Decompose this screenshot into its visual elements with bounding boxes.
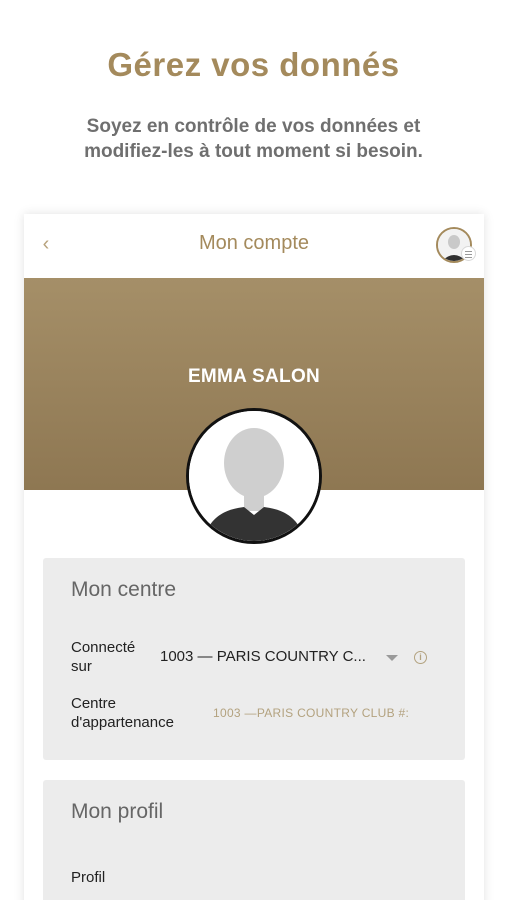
promo-screen: Gérez vos donnés Soyez en contrôle de vo… [0,0,507,900]
profile-label: Profil [71,869,106,886]
user-name: EMMA SALON [187,366,321,387]
membership-label-line1: Centre [71,695,117,712]
profile-card-title: Mon profil [71,800,164,823]
app-bar: ‹ Mon compte [24,214,484,278]
membership-label-line2: d'appartenance [71,714,174,731]
membership-label: Centre d'appartenance [71,694,174,732]
connected-label: Connecté sur [71,638,135,676]
connected-label-line2: sur [71,658,92,675]
phone-screen: ‹ Mon compte EMMA SALON Mon centre Conne… [24,214,484,900]
centre-card: Mon centre Connecté sur 1003 — PARIS COU… [43,558,465,760]
promo-subtitle-line2: modifiez-les à tout moment si besoin. [84,141,423,162]
person-silhouette-icon [189,411,319,541]
profile-banner: EMMA SALON [24,278,484,544]
connected-centre-select[interactable]: 1003 — PARIS COUNTRY C... [160,648,366,665]
promo-headline: Gérez vos donnés [107,46,400,83]
profile-card: Mon profil Profil [43,780,465,900]
menu-icon[interactable] [461,246,476,261]
promo-subtitle-line1: Soyez en contrôle de vos données et [86,116,421,137]
info-icon[interactable]: i [414,651,427,664]
chevron-down-icon[interactable] [386,655,398,661]
page-title: Mon compte [198,232,310,254]
membership-centre-value: 1003 —PARIS COUNTRY CLUB #: [213,706,410,720]
connected-label-line1: Connecté [71,639,136,656]
promo-subtitle: Soyez en contrôle de vos données et modi… [0,114,507,164]
centre-card-title: Mon centre [71,578,177,601]
profile-avatar[interactable] [186,408,322,544]
